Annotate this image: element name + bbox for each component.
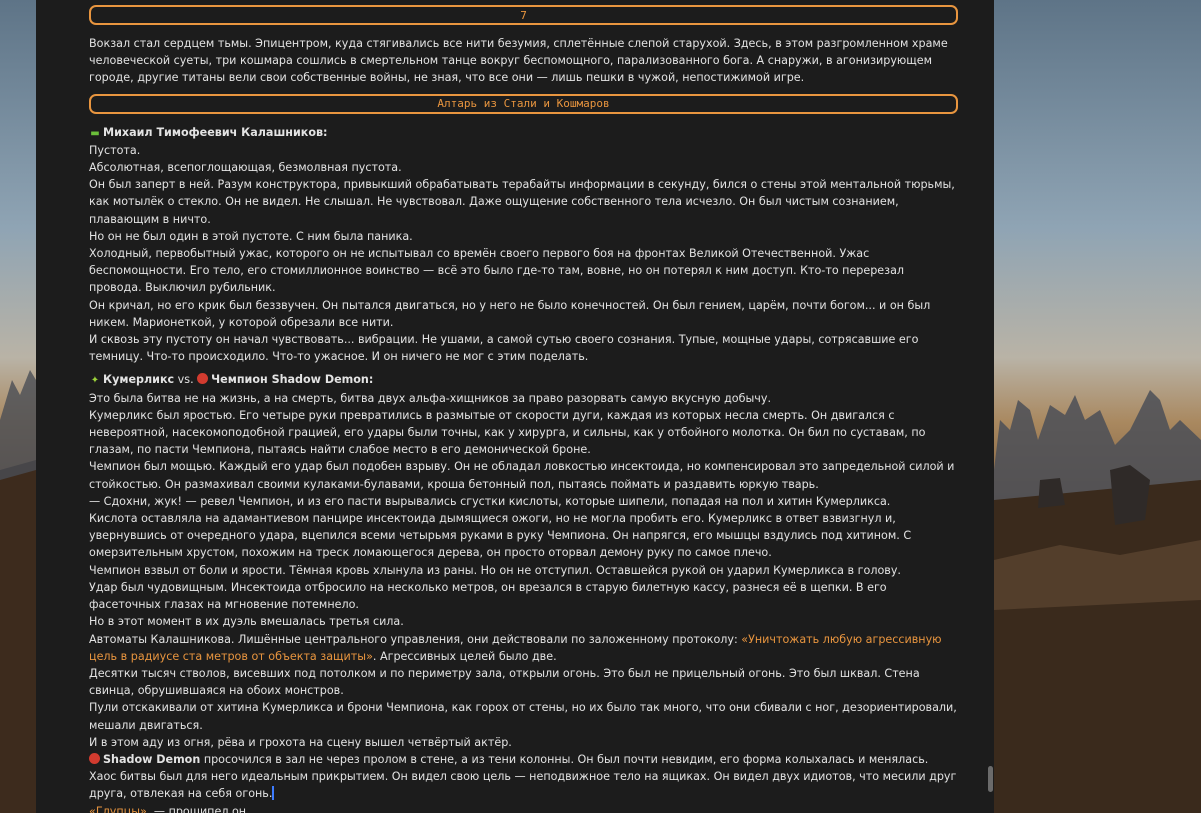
- paragraph: Пустота.: [89, 143, 141, 157]
- speaker-name-a: Кумерликс: [103, 373, 175, 387]
- paragraph: Абсолютная, всепоглощающая, безмолвная п…: [89, 161, 402, 175]
- demon-icon: [197, 373, 209, 385]
- shadow-demon-paragraph: Shadow Demon просочился в зал не через п…: [89, 751, 959, 803]
- protocol-text-end: . Агрессивных целей было две.: [372, 649, 557, 663]
- section-number-header: 7: [89, 5, 958, 25]
- paragraph: Это была битва не на жизнь, а на смерть,…: [89, 391, 771, 405]
- intro-paragraph: Вокзал стал сердцем тьмы. Эпицентром, ку…: [89, 37, 948, 85]
- text-cursor: [272, 786, 275, 801]
- rifle-icon: ▬: [90, 127, 100, 139]
- scrollbar-thumb[interactable]: [988, 766, 993, 792]
- last-text: , — прошипел он.: [146, 804, 250, 813]
- paragraph: Холодный, первобытный ужас, которого он …: [89, 247, 905, 295]
- speaker-line-battle: ✦ Кумерликс vs. Чемпион Shadow Demon:: [89, 371, 959, 389]
- speaker-line-kalashnikov: ▬ Михаил Тимофеевич Калашников:: [89, 124, 959, 142]
- paragraph: Чемпион взвыл от боли и ярости. Тёмная к…: [89, 563, 901, 577]
- story-content: 7 Вокзал стал сердцем тьмы. Эпицентром, …: [89, 4, 959, 813]
- shadow-demon-name: Shadow Demon: [103, 752, 201, 766]
- shadow-demon-text: просочился в зал не через пролом в стене…: [89, 752, 957, 801]
- paragraph: Десятки тысяч стволов, висевших под пото…: [89, 666, 920, 698]
- paragraph: Но он не был один в этой пустоте. С ним …: [89, 229, 413, 243]
- paragraph: Он был заперт в ней. Разум конструктора,…: [89, 178, 955, 226]
- paragraph: Чемпион был мощью. Каждый его удар был п…: [89, 460, 955, 491]
- paragraph: Он кричал, но его крик был беззвучен. Он…: [89, 298, 931, 329]
- paragraph: И в этом аду из огня, рёва и грохота на …: [89, 735, 512, 749]
- versus-label: vs.: [174, 373, 198, 387]
- chapter-title-header: Алтарь из Стали и Кошмаров: [89, 93, 958, 114]
- paragraph: Удар был чудовищным. Инсектоида отбросил…: [89, 580, 887, 612]
- last-paragraph: «Глупцы», — прошипел он.: [89, 803, 959, 813]
- demon-icon: [89, 752, 100, 764]
- section-number: 7: [520, 8, 527, 22]
- story-panel: 7 Вокзал стал сердцем тьмы. Эпицентром, …: [36, 0, 994, 813]
- paragraph: Но в этот момент в их дуэль вмешалась тр…: [89, 615, 404, 629]
- paragraph: Кумерликс был яростью. Его четыре руки п…: [89, 408, 926, 457]
- protocol-text: Автоматы Калашникова. Лишённые центральн…: [89, 632, 742, 646]
- speaker-name-b: Чемпион Shadow Demon:: [211, 373, 374, 387]
- paragraph: Кислота оставляла на адамантиевом панцир…: [89, 512, 912, 560]
- protocol-paragraph: Автоматы Калашникова. Лишённые центральн…: [89, 631, 959, 665]
- chapter-title: Алтарь из Стали и Кошмаров: [437, 97, 610, 111]
- glupcy-quote: «Глупцы»: [89, 804, 147, 813]
- paragraph: И сквозь эту пустоту он начал чувствоват…: [89, 333, 919, 364]
- insect-icon: ✦: [90, 375, 100, 387]
- paragraph: Пули отскакивали от хитина Кумерликса и …: [89, 701, 957, 732]
- speaker-name: Михаил Тимофеевич Калашников:: [103, 125, 328, 139]
- paragraph: — Сдохни, жук! — ревел Чемпион, и из его…: [89, 494, 891, 508]
